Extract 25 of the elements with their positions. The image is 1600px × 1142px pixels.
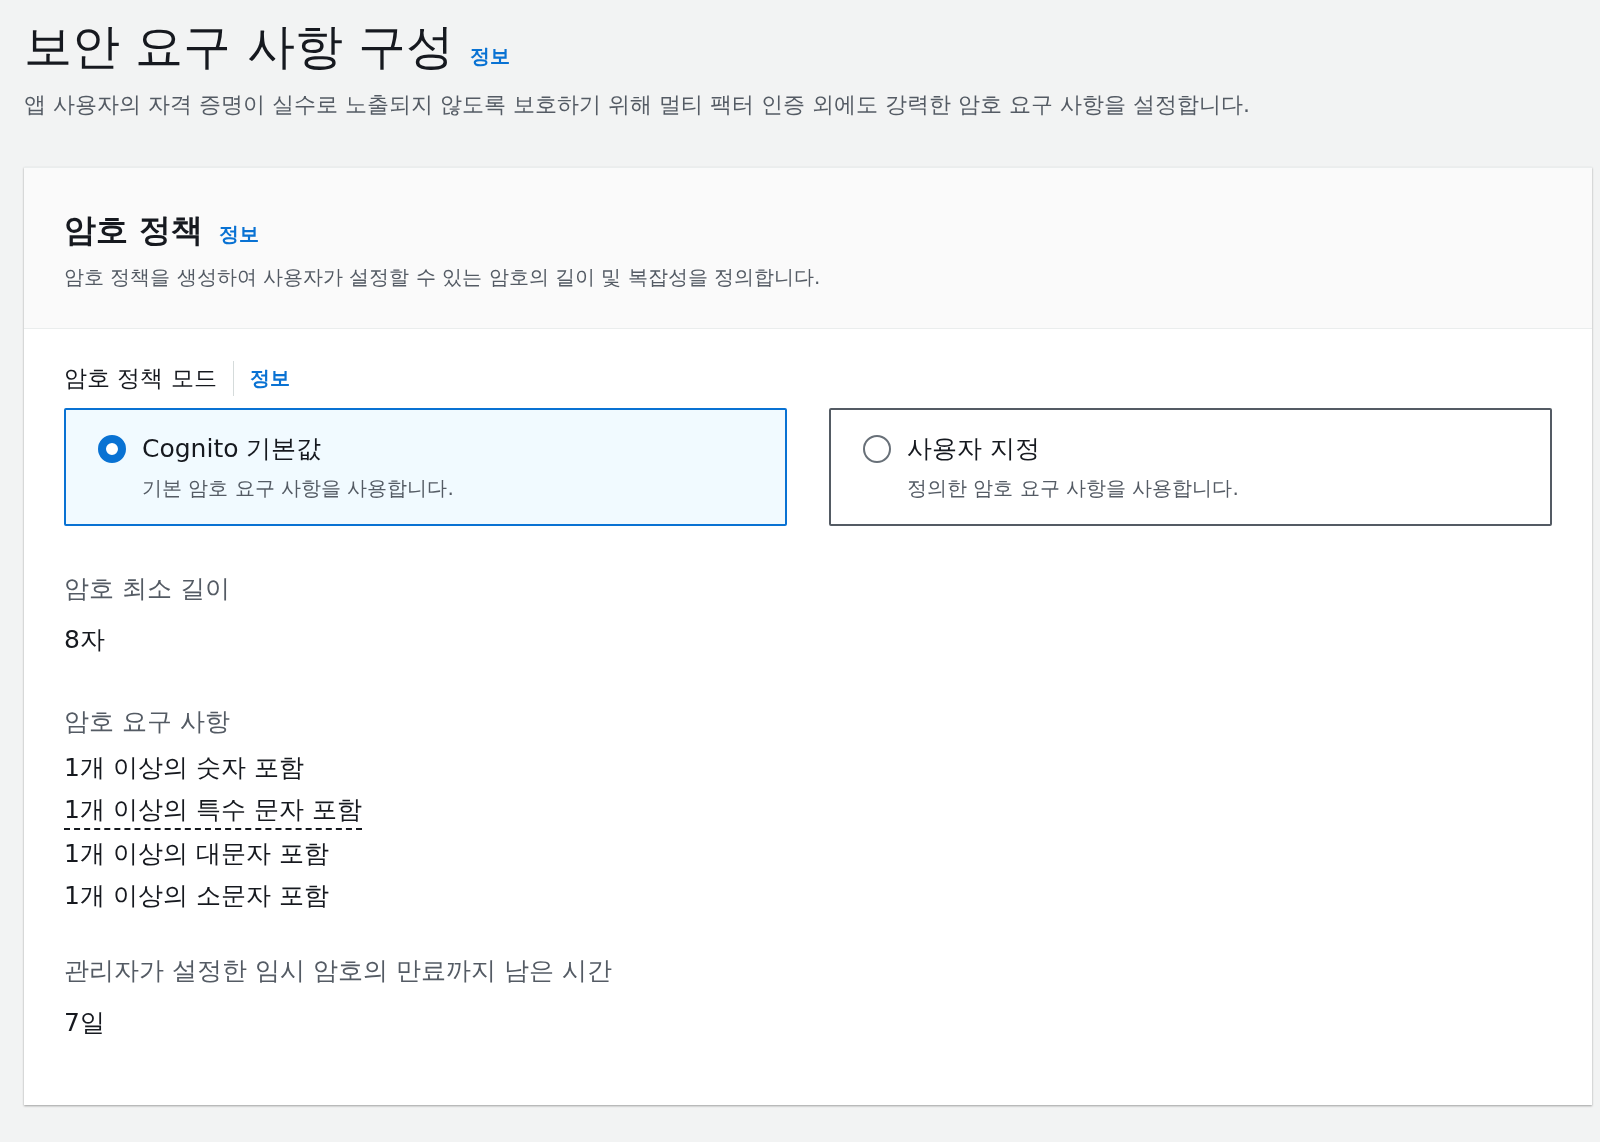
requirement-tooltip-text[interactable]: 1개 이상의 특수 문자 포함 [64, 792, 362, 830]
requirement-text: 1개 이상의 숫자 포함 [64, 752, 304, 784]
option-label: 사용자 지정 [907, 432, 1041, 465]
radio-tile[interactable]: Cognito 기본값 기본 암호 요구 사항을 사용합니다. [64, 407, 787, 526]
requirement-text: 1개 이상의 소문자 포함 [64, 880, 329, 912]
field-value: 7일 [64, 1006, 106, 1039]
field-label: 관리자가 설정한 임시 암호의 만료까지 남은 시간 [64, 955, 613, 987]
option-description: 기본 암호 요구 사항을 사용합니다. [142, 475, 454, 502]
info-link[interactable]: 정보 [469, 41, 510, 71]
field-label: 암호 정책 모드 [64, 361, 234, 396]
option-description: 정의한 암호 요구 사항을 사용합니다. [907, 475, 1239, 502]
card-title: 암호 정책 [64, 210, 204, 251]
requirement-text: 1개 이상의 대문자 포함 [64, 838, 329, 870]
radio-tile[interactable]: 사용자 지정 정의한 암호 요구 사항을 사용합니다. [829, 407, 1552, 526]
page-description: 앱 사용자의 자격 증명이 실수로 노출되지 않도록 보호하기 위해 멀티 팩터 인증 외에도 강력한 암호 요구 사항을 설정합니다. [24, 91, 1251, 119]
info-link[interactable]: 정보 [249, 363, 290, 394]
field-label: 암호 요구 사항 [64, 705, 231, 738]
option-label: Cognito 기본값 [142, 432, 323, 465]
field-label: 암호 최소 길이 [64, 572, 231, 605]
radio-button[interactable] [863, 434, 891, 463]
card-description: 암호 정책을 생성하여 사용자가 설정할 수 있는 암호의 길이 및 복잡성을 정의합니다. [64, 264, 822, 291]
info-link[interactable]: 정보 [219, 219, 260, 249]
radio-button[interactable] [98, 434, 126, 463]
page-title: 보안 요구 사항 구성 [24, 17, 454, 76]
field-value: 8자 [64, 624, 106, 656]
